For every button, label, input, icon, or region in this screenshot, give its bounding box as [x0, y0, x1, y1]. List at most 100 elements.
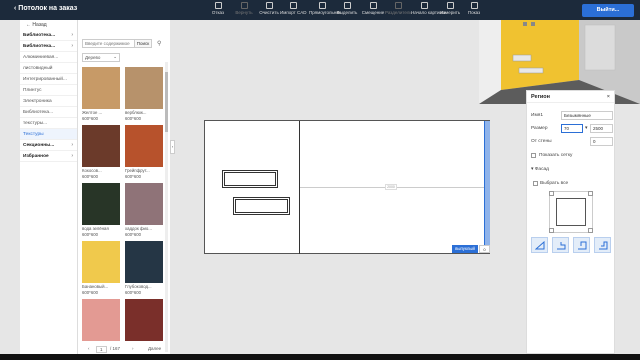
close-icon[interactable]: ×: [607, 94, 610, 100]
face-selector-diagram: [549, 191, 593, 233]
tool-icon: [470, 2, 478, 9]
tool-button-6[interactable]: Смещение: [360, 2, 386, 15]
letterbox-bar: [0, 354, 640, 360]
show-grid-checkbox[interactable]: [531, 153, 536, 158]
tool-icon: [318, 2, 326, 9]
search-button[interactable]: Поиск: [134, 39, 152, 48]
sidebar-item-1[interactable]: Библиотека... ›: [20, 41, 77, 52]
sidebar-item-label: Интегрированный...: [23, 77, 67, 82]
texture-swatch[interactable]: [82, 241, 120, 283]
back-link[interactable]: ← Назад: [20, 20, 77, 30]
profile-shape-3[interactable]: [573, 237, 590, 253]
texture-swatch[interactable]: [125, 183, 163, 225]
texture-panel: Поиск ⚲ Дерево ⌄ Желтое ...600*600верблюж…: [78, 20, 170, 354]
texture-swatch[interactable]: [125, 299, 163, 341]
sidebar-item-label: Библиотека...: [23, 33, 56, 38]
facade-section[interactable]: ▾ Фасад: [531, 167, 549, 172]
face-corner-tr[interactable]: [588, 191, 593, 196]
tool-button-4[interactable]: Прямоугольник: [309, 2, 341, 15]
name-label: Имя1: [531, 113, 544, 118]
sidebar-item-7[interactable]: Библиотека...: [20, 107, 77, 118]
convex-button[interactable]: выпуклый: [452, 245, 478, 253]
face-corner-bl[interactable]: [549, 228, 554, 233]
name-field[interactable]: Безымянные: [561, 111, 613, 120]
chevron-right-icon: ›: [71, 32, 73, 38]
size-height-field[interactable]: 2500: [590, 124, 613, 133]
face-corner-br[interactable]: [588, 228, 593, 233]
texture-swatch[interactable]: [125, 125, 163, 167]
pager-page-input[interactable]: 1: [96, 346, 107, 353]
tool-icon: [289, 2, 297, 9]
sidebar-item-label: Электроника: [23, 99, 52, 104]
ceiling-niche-1[interactable]: [222, 170, 278, 188]
sidebar-item-2[interactable]: Алюминиевая...: [20, 52, 77, 63]
drawing-canvas[interactable]: 2000 выпуклый 0: [204, 120, 490, 254]
sidebar-item-8[interactable]: текстуры...: [20, 118, 77, 129]
pager-prev[interactable]: ‹: [88, 346, 90, 351]
texture-swatch[interactable]: [125, 241, 163, 283]
tool-button-5[interactable]: Выделить: [334, 2, 360, 15]
sidebar-item-label: Библиотека...: [23, 110, 54, 115]
collapse-panel-button[interactable]: ›: [170, 140, 175, 154]
show-grid-label: Показать сетку: [539, 153, 573, 158]
sidebar-item-3[interactable]: листовидный: [20, 63, 77, 74]
app-title: Потолок на заказ: [18, 5, 78, 12]
back-label: Назад: [32, 22, 47, 28]
face-center[interactable]: [556, 198, 586, 226]
sidebar-item-4[interactable]: Интегрированный...: [20, 74, 77, 85]
tool-label: Импорт CAD: [280, 10, 307, 15]
tool-button-2[interactable]: Очистить: [256, 2, 282, 15]
library-sidebar: ← Назад Библиотека... › Библиотека... › Алюм…: [20, 20, 78, 354]
sidebar-item-10[interactable]: Секционны... ›: [20, 140, 77, 151]
texture-swatch[interactable]: [82, 67, 120, 109]
selected-region[interactable]: [484, 121, 490, 247]
face-corner-tl[interactable]: [549, 191, 554, 196]
ceiling-niche-2[interactable]: [233, 197, 290, 215]
exit-button[interactable]: Выйти...: [582, 4, 634, 17]
texture-size: 600*600: [82, 115, 99, 121]
texture-swatch-label: Грейпфрут... 600*600: [125, 168, 165, 179]
tool-button-3[interactable]: Импорт CAD: [280, 2, 306, 15]
texture-swatch[interactable]: [82, 125, 120, 167]
pager-more[interactable]: Далее: [148, 346, 161, 351]
scrollbar-thumb[interactable]: [165, 72, 168, 132]
wall-offset-field[interactable]: 0: [590, 137, 613, 146]
tool-button-10[interactable]: Показ: [461, 2, 487, 15]
sidebar-item-5[interactable]: Плинтус: [20, 85, 77, 96]
texture-swatch[interactable]: [82, 183, 120, 225]
texture-scrollbar[interactable]: [165, 62, 168, 352]
tool-icon: [343, 2, 351, 9]
texture-swatch[interactable]: [82, 299, 120, 341]
sidebar-item-9[interactable]: Текстуры: [20, 129, 77, 140]
tool-button-8[interactable]: Начало картинки: [411, 2, 446, 15]
tool-icon: [420, 2, 428, 9]
canvas-value-field[interactable]: 0: [479, 245, 490, 253]
sidebar-item-0[interactable]: Библиотека... ›: [20, 30, 77, 41]
tool-label: Измерить: [439, 10, 461, 15]
pager-next[interactable]: ›: [132, 346, 134, 351]
texture-size: 600*600: [82, 231, 99, 237]
tool-button-1[interactable]: Вернуть: [231, 2, 257, 15]
sidebar-item-6[interactable]: Электроника: [20, 96, 77, 107]
texture-size: 600*600: [125, 115, 142, 121]
tool-button-0[interactable]: Отказ: [205, 2, 231, 15]
tool-icon: [394, 2, 402, 9]
filter-icon[interactable]: ⚲: [157, 40, 161, 47]
profile-shape-2[interactable]: [552, 237, 569, 253]
category-select[interactable]: Дерево ⌄: [82, 53, 120, 62]
chevron-right-icon: ›: [71, 153, 73, 159]
tool-button-7[interactable]: Разделитель: [385, 2, 412, 15]
profile-shape-1[interactable]: [531, 237, 548, 253]
texture-swatch[interactable]: [125, 67, 163, 109]
tool-label: Очистить: [259, 10, 279, 15]
tool-button-9[interactable]: Измерить: [437, 2, 463, 15]
profile-shape-4[interactable]: [594, 237, 611, 253]
sidebar-item-11[interactable]: Избранное ›: [20, 151, 77, 162]
texture-size: 600*600: [125, 231, 142, 237]
tool-label: Разделитель: [385, 10, 412, 15]
chevron-right-icon: ›: [71, 142, 73, 148]
size-width-field[interactable]: 70: [561, 124, 583, 133]
sidebar-item-label: Библиотека...: [23, 44, 56, 49]
select-all-checkbox[interactable]: [533, 181, 538, 186]
tool-icon: [265, 2, 273, 9]
